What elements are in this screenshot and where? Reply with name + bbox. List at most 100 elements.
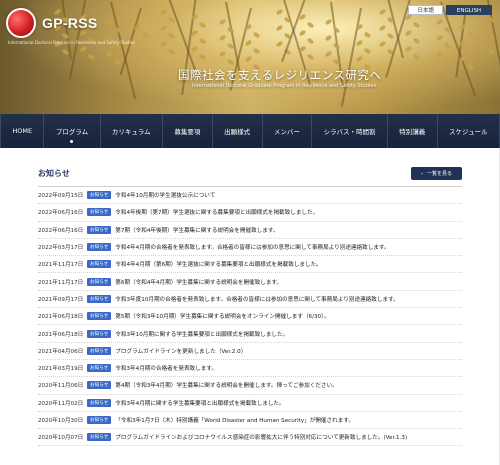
- news-date: 2020年10月07日: [38, 435, 84, 442]
- news-item[interactable]: 2020年11月02日 お知らせ 令和3年4月期に関する学生募集要項と出願様式を掲載…: [38, 395, 462, 412]
- rice-grain: [105, 18, 114, 26]
- news-link[interactable]: 令和4年4月期の合格者を発表致します。合格者の皆様には参加の意思に関して事務局よ…: [115, 243, 389, 251]
- rice-grain: [412, 21, 421, 29]
- rice-grain: [198, 53, 207, 61]
- news-link[interactable]: 令和3年4月期に関する学生募集要項と出願様式を掲載致しました。: [115, 399, 284, 407]
- nav-item-program[interactable]: プログラム: [44, 114, 101, 148]
- nav-item-application-forms[interactable]: 出願様式: [213, 114, 263, 148]
- logo-subtitle: International Doctoral Program in Resili…: [8, 40, 136, 45]
- rice-grain: [226, 26, 235, 34]
- rice-grain: [378, 40, 387, 48]
- news-item[interactable]: 2022年09月15日 お知らせ 令和4年10月期の学生選抜公示について: [38, 187, 462, 205]
- news-item[interactable]: 2021年09月17日 お知らせ 令和3年度10月期の合格者を発表致します。合格者の…: [38, 291, 462, 309]
- rice-grain: [412, 53, 421, 61]
- rice-grain: [378, 24, 387, 32]
- rice-grain: [141, 31, 150, 39]
- rice-grain: [412, 37, 421, 45]
- lang-english-button[interactable]: ENGLISH: [446, 5, 492, 15]
- nav-item-curriculum[interactable]: カリキュラム: [101, 114, 164, 148]
- news-item[interactable]: 2021年04月06日 お知らせ プログラムガイドラインを更新しました（Ver.2.…: [38, 343, 462, 360]
- hero-banner: GP-RSS International Doctoral Program in…: [0, 0, 500, 114]
- rice-grain: [159, 8, 168, 16]
- rice-grain: [198, 37, 207, 45]
- news-category-badge: お知らせ: [87, 191, 112, 200]
- rice-grain: [306, 53, 315, 61]
- news-link[interactable]: 令和4年後期（第7期）学生選抜に関する募集要項と出願様式を掲載致しました。: [115, 208, 318, 216]
- news-item[interactable]: 2020年11月06日 お知らせ 第4期（令和3年4月期）学生募集に関する説明会を開…: [38, 377, 462, 395]
- news-item[interactable]: 2021年11月17日 お知らせ 第6期（令和4年4月期）学生募集に関する説明会を開…: [38, 273, 462, 291]
- news-link[interactable]: 令和4年10月期の学生選抜公示について: [115, 191, 215, 199]
- news-link[interactable]: 「令和3年1月7日（木）特別講義「World Disaster and Huma…: [115, 416, 354, 424]
- nav-item-special-lectures[interactable]: 特別講義: [388, 114, 438, 148]
- news-link[interactable]: プログラムガイドラインを更新しました（Ver.2.0）: [115, 347, 246, 355]
- news-date: 2021年06月18日: [38, 314, 84, 321]
- main-nav: HOME プログラム カリキュラム 募集要項 出願様式 メンバー シラバス・時間…: [0, 114, 500, 148]
- rice-grain: [363, 47, 372, 55]
- nav-item-syllabus[interactable]: シラバス・時間割: [312, 114, 388, 148]
- rice-grain: [275, 8, 284, 16]
- news-item[interactable]: 2021年03月19日 お知らせ 令和3年4月期の合格者を発表致します。: [38, 360, 462, 378]
- news-link[interactable]: プログラムガイドラインおよびコロナウイルス感染症の影響拡大に伴う特別対応について…: [115, 433, 407, 441]
- news-item[interactable]: 2020年10月07日 お知らせ プログラムガイドラインおよびコロナウイルス感染症の…: [38, 429, 462, 447]
- news-link[interactable]: 第6期（令和4年4月期）学生募集に関する説明会を開催致します。: [115, 278, 282, 286]
- news-item[interactable]: 2022年06月16日 お知らせ 令和4年後期（第7期）学生選抜に関する募集要項と出…: [38, 204, 462, 222]
- logo-text: GP-RSS: [42, 15, 98, 31]
- news-item[interactable]: 2022年06月16日 お知らせ 第7期（令和4年後期）学生募集に関する説明会を開催…: [38, 222, 462, 239]
- news-link[interactable]: 令和3年4月期の合格者を発表致します。: [115, 364, 217, 372]
- news-date: 2021年04月06日: [38, 348, 84, 355]
- rice-grain: [487, 16, 496, 24]
- rice-grain: [252, 47, 261, 55]
- view-all-button[interactable]: › 一覧を見る: [410, 167, 462, 180]
- rice-grain: [479, 40, 488, 48]
- news-category-badge: お知らせ: [87, 433, 112, 442]
- news-link[interactable]: 第5期（令和3年10月期）学生募集に関する説明会をオンライン開催します（6/30…: [115, 312, 329, 320]
- news-link[interactable]: 令和4年4月期（第6期）学生選抜に関する募集要項と出願様式を掲載致しました。: [115, 260, 321, 268]
- news-category-badge: お知らせ: [87, 277, 112, 286]
- rice-grain: [218, 18, 227, 26]
- rice-grain: [159, 24, 168, 32]
- rice-grain: [105, 50, 114, 58]
- news-date: 2022年06月16日: [38, 227, 84, 234]
- nav-item-home[interactable]: HOME: [0, 114, 45, 148]
- news-category-badge: お知らせ: [87, 208, 112, 217]
- news-item[interactable]: 2021年11月17日 お知らせ 令和4年4月期（第6期）学生選抜に関する募集要項と…: [38, 256, 462, 274]
- nav-item-application-guidelines[interactable]: 募集要項: [163, 114, 213, 148]
- news-category-badge: お知らせ: [87, 346, 112, 355]
- news-item[interactable]: 2022年03月17日 お知らせ 令和4年4月期の合格者を発表致します。合格者の皆様…: [38, 239, 462, 257]
- chevron-right-icon: ›: [420, 170, 423, 177]
- rice-grain: [298, 29, 307, 37]
- news-item[interactable]: 2021年06月18日 お知らせ 第5期（令和3年10月期）学生募集に関する説明会を…: [38, 308, 462, 326]
- lang-japanese-button[interactable]: 日本語: [408, 5, 443, 15]
- news-section: お知らせ › 一覧を見る 2022年09月15日 お知らせ 令和4年10月期の学生選…: [38, 167, 462, 447]
- rice-grain: [79, 45, 88, 53]
- news-link[interactable]: 令和3年10月期に関する学生募集要項と出願様式を掲載致しました。: [115, 330, 288, 338]
- rice-grain: [435, 18, 444, 26]
- site-logo[interactable]: GP-RSS: [6, 8, 97, 38]
- news-link[interactable]: 第7期（令和4年後期）学生募集に関する説明会を開催致します。: [115, 226, 278, 234]
- news-date: 2022年06月16日: [38, 210, 84, 217]
- news-category-badge: お知らせ: [87, 312, 112, 321]
- news-date: 2020年10月30日: [38, 418, 84, 424]
- rice-grain: [244, 39, 253, 47]
- news-item[interactable]: 2020年10月30日 お知らせ 「令和3年1月7日（木）特別講義「World Di…: [38, 412, 462, 430]
- rice-grain: [167, 48, 176, 56]
- news-link[interactable]: 第4期（令和3年4月期）学生募集に関する説明会を開催します。揮ってご参加ください…: [115, 381, 337, 389]
- rice-grain: [141, 63, 150, 71]
- rice-grain: [218, 50, 227, 58]
- rice-grain: [386, 32, 395, 40]
- rice-stalk: [110, 1, 137, 100]
- rice-grain: [479, 24, 488, 32]
- news-link[interactable]: 令和3年度10月期の合格者を発表致します。合格者の皆様には参加の意思に関して事務…: [115, 295, 398, 303]
- news-category-badge: お知らせ: [87, 260, 112, 269]
- rice-grain: [87, 53, 96, 61]
- news-category-badge: お知らせ: [87, 364, 112, 373]
- news-category-badge: お知らせ: [87, 398, 112, 407]
- news-item[interactable]: 2021年06月18日 お知らせ 令和3年10月期に関する学生募集要項と出願様式を掲…: [38, 325, 462, 343]
- rice-grain: [190, 45, 199, 53]
- nav-item-members[interactable]: メンバー: [263, 114, 313, 148]
- rice-grain: [332, 42, 341, 50]
- news-date: 2021年06月18日: [38, 331, 84, 338]
- news-date: 2021年09月17日: [38, 296, 84, 303]
- nav-item-schedule[interactable]: スケジュール: [438, 114, 500, 148]
- rice-grain: [159, 40, 168, 48]
